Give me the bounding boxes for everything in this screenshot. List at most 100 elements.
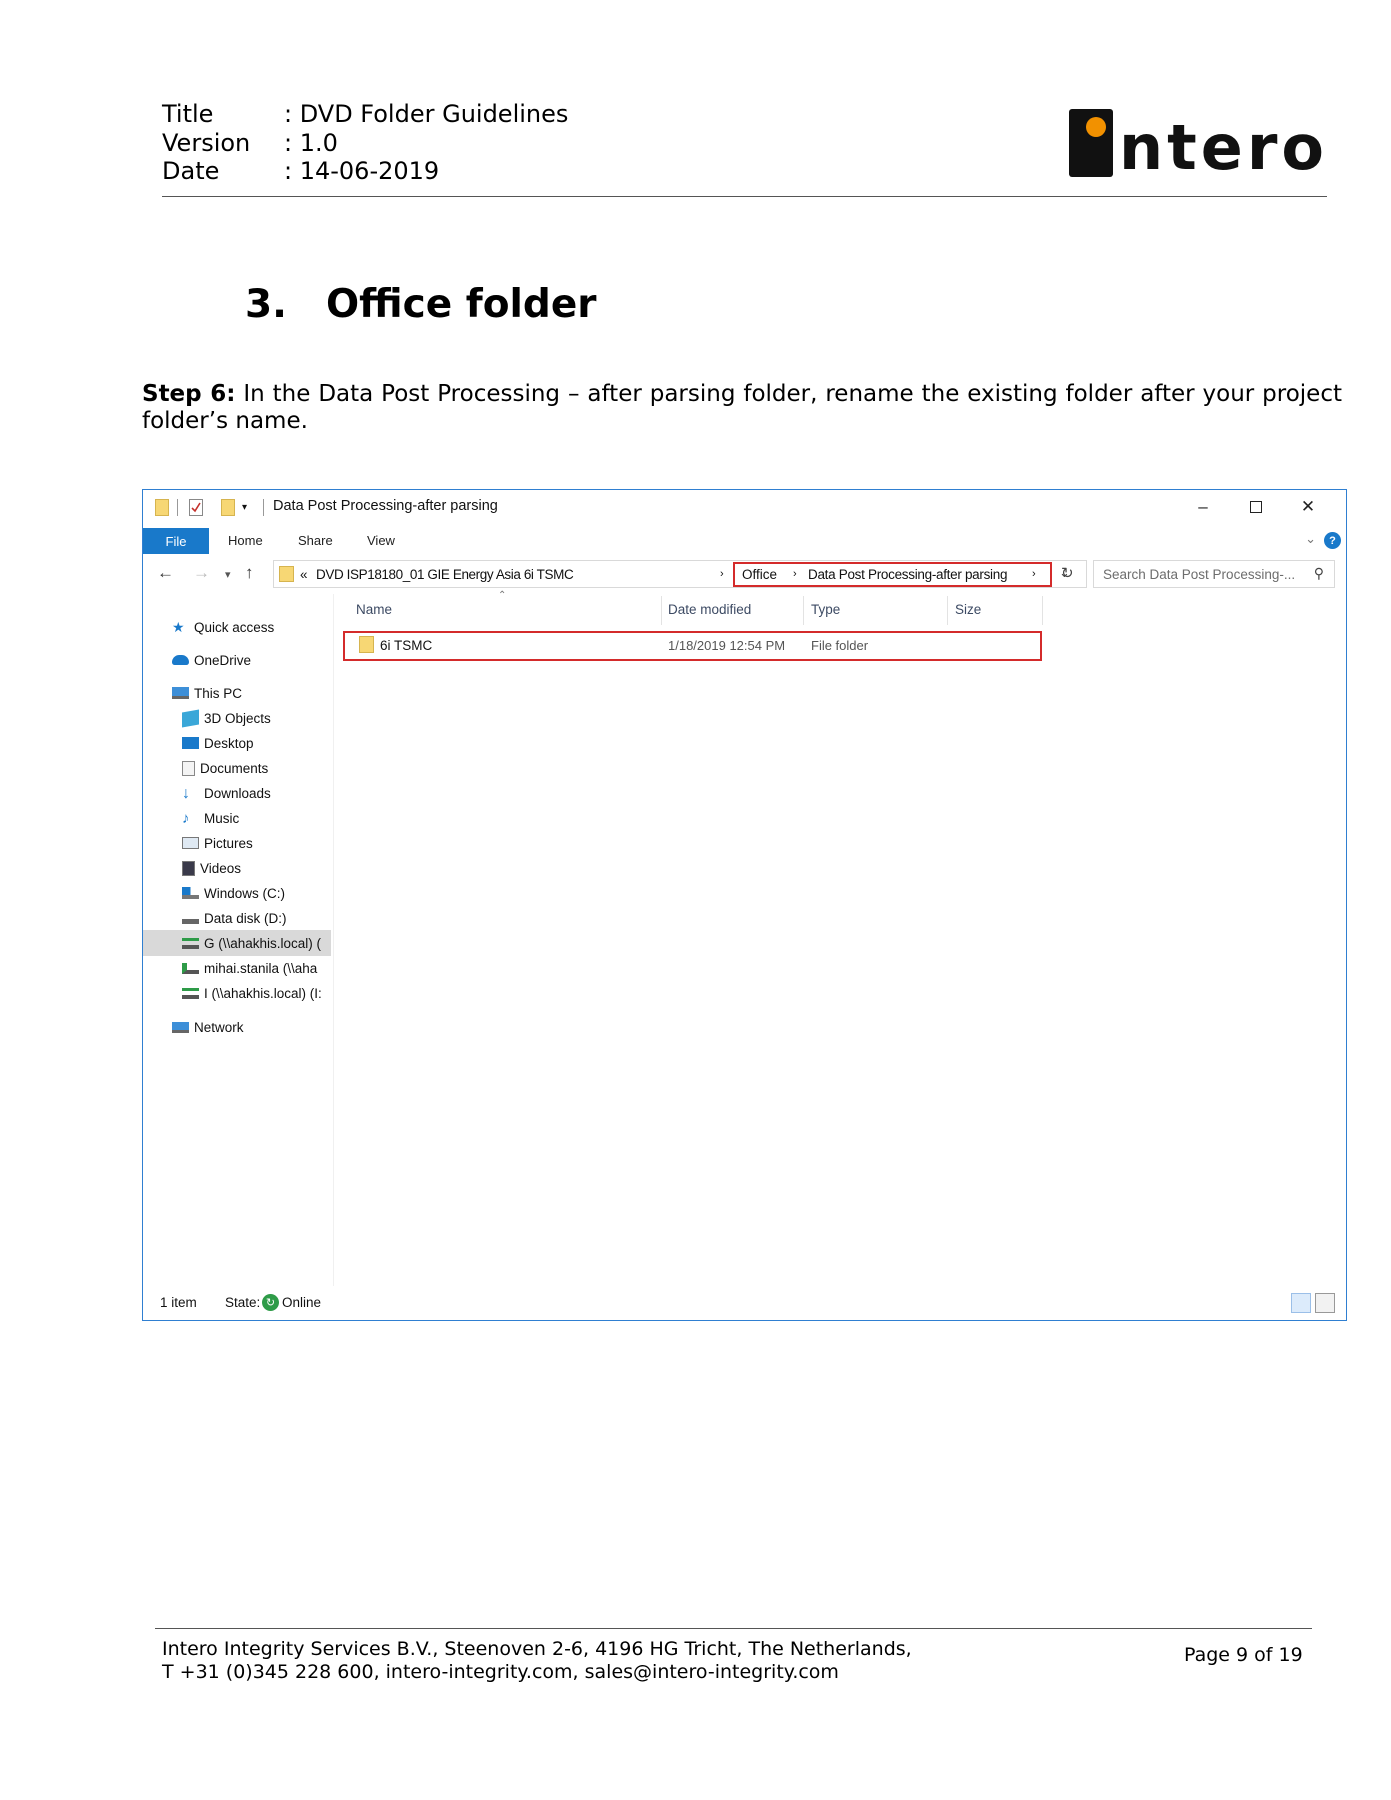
section-heading: 3. Office folder <box>245 282 597 327</box>
customize-dropdown-icon[interactable]: ▾ <box>242 499 256 516</box>
separator <box>263 499 264 516</box>
sidebar-item-pictures[interactable]: Pictures <box>182 830 253 856</box>
sidebar-item-label: I (\\ahakhis.local) (I: <box>204 985 322 1001</box>
close-button[interactable]: ✕ <box>1288 496 1328 518</box>
separator <box>177 499 178 516</box>
details-view-icon[interactable] <box>1291 1293 1311 1313</box>
download-arrow-icon: ↓ <box>182 784 190 802</box>
help-icon[interactable]: ? <box>1324 532 1341 549</box>
sidebar-item-label: mihai.stanila (\\aha <box>204 960 318 976</box>
search-input[interactable]: Search Data Post Processing-... ⚲ <box>1093 560 1335 588</box>
title-bar: ▾ Data Post Processing-after parsing – ✕ <box>143 490 1346 524</box>
footer-line-2: T +31 (0)345 228 600, intero-integrity.c… <box>162 1661 839 1683</box>
cube-icon <box>182 709 199 727</box>
sidebar-item-documents[interactable]: Documents <box>182 755 268 781</box>
tab-home[interactable]: Home <box>228 533 263 548</box>
expand-ribbon-icon[interactable]: ⌄ <box>1305 531 1316 547</box>
star-icon: ★ <box>172 618 185 635</box>
intero-logo: ntero <box>1069 109 1327 181</box>
footer-address: Intero Integrity Services B.V., Steenove… <box>162 1638 912 1684</box>
sidebar-item-i-drive[interactable]: I (\\ahakhis.local) (I: <box>182 980 331 1006</box>
sidebar-item-3d-objects[interactable]: 3D Objects <box>182 705 271 731</box>
section-title: Office folder <box>326 282 597 327</box>
page-number: Page 9 of 19 <box>1184 1644 1303 1666</box>
large-icons-view-icon[interactable] <box>1315 1293 1335 1313</box>
recent-locations-icon[interactable]: ▾ <box>225 568 231 581</box>
status-bar: 1 item State: ↻ Online <box>143 1286 1346 1320</box>
column-header-date-modified[interactable]: Date modified <box>668 602 751 617</box>
tab-file[interactable]: File <box>143 528 209 554</box>
breadcrumb-overflow[interactable]: « <box>300 567 308 582</box>
sort-ascending-icon: ⌃ <box>498 590 507 601</box>
column-header-name[interactable]: Name <box>356 602 392 617</box>
meta-title-row: Title : DVD Folder Guidelines <box>162 100 568 129</box>
drive-icon <box>182 912 199 924</box>
computer-icon <box>172 687 189 699</box>
sidebar-item-mihai-stanila[interactable]: mihai.stanila (\\aha <box>182 955 331 981</box>
sync-online-icon: ↻ <box>262 1294 279 1311</box>
address-bar[interactable]: « DVD ISP18180_01 GIE Energy Asia 6i TSM… <box>273 560 1087 588</box>
meta-version-key: Version <box>162 128 251 157</box>
sidebar-item-desktop[interactable]: Desktop <box>182 730 254 756</box>
meta-date-value: : 14-06-2019 <box>284 157 440 185</box>
windows-drive-icon <box>182 887 199 899</box>
row-highlight-box <box>343 631 1042 661</box>
sidebar-item-data-disk-d[interactable]: Data disk (D:) <box>182 905 287 931</box>
column-header-type[interactable]: Type <box>811 602 840 617</box>
sidebar-item-label: This PC <box>194 685 243 701</box>
sidebar-item-quick-access[interactable]: ★ Quick access <box>172 614 274 640</box>
search-icon: ⚲ <box>1313 565 1324 581</box>
videos-icon <box>182 860 195 876</box>
sidebar-item-g-drive[interactable]: G (\\ahakhis.local) ( <box>143 930 331 956</box>
sidebar-item-downloads[interactable]: ↓ Downloads <box>182 780 271 806</box>
step-text: In the Data Post Processing – after pars… <box>142 381 1342 434</box>
tab-share[interactable]: Share <box>298 533 333 548</box>
sidebar-item-this-pc[interactable]: This PC <box>172 680 242 706</box>
section-number: 3. <box>245 282 287 327</box>
sidebar-item-label: Network <box>194 1019 244 1035</box>
network-drive-online-icon <box>182 962 199 974</box>
window-title: Data Post Processing-after parsing <box>273 498 498 514</box>
sidebar-item-label: G (\\ahakhis.local) ( <box>204 935 322 951</box>
network-icon <box>172 1021 189 1033</box>
meta-title-key: Title <box>162 100 214 128</box>
header-rule <box>162 196 1327 197</box>
maximize-button[interactable] <box>1236 496 1276 518</box>
tab-view[interactable]: View <box>367 533 395 548</box>
navigation-pane: ★ Quick access OneDrive This PC 3D Objec… <box>143 594 333 1286</box>
folder-icon[interactable] <box>155 499 169 516</box>
ribbon-tabs: File Home Share View ⌄ ? <box>143 528 1346 554</box>
meta-date-row: Date : 14-06-2019 <box>162 157 568 186</box>
back-arrow-icon[interactable]: ← <box>157 563 174 583</box>
minimize-button[interactable]: – <box>1183 496 1223 518</box>
sidebar-item-network[interactable]: Network <box>172 1014 244 1040</box>
column-header-size[interactable]: Size <box>955 602 981 617</box>
sidebar-item-label: Videos <box>200 860 242 876</box>
sidebar-item-onedrive[interactable]: OneDrive <box>172 647 251 673</box>
step-label: Step 6: <box>142 381 236 407</box>
maximize-icon <box>1250 501 1262 513</box>
column-separator <box>803 596 804 625</box>
breadcrumb-highlight-box <box>733 562 1052 587</box>
sidebar-item-label: Documents <box>200 760 269 776</box>
breadcrumb-separator-icon[interactable]: › <box>720 568 724 580</box>
address-folder-icon <box>279 566 294 582</box>
sidebar-item-label: Desktop <box>204 735 254 751</box>
logo-text: ntero <box>1119 111 1327 181</box>
sidebar-item-label: Pictures <box>204 835 253 851</box>
footer-line-1: Intero Integrity Services B.V., Steenove… <box>162 1638 912 1660</box>
refresh-icon[interactable]: ↻ <box>1061 564 1074 582</box>
breadcrumb-parent[interactable]: DVD ISP18180_01 GIE Energy Asia 6i TSMC <box>316 567 574 582</box>
forward-arrow-icon[interactable]: → <box>193 563 210 583</box>
sidebar-item-label: OneDrive <box>194 652 252 668</box>
sidebar-item-music[interactable]: ♪ Music <box>182 805 239 831</box>
properties-check-icon[interactable] <box>189 499 203 516</box>
new-folder-icon[interactable] <box>221 499 235 516</box>
column-separator <box>947 596 948 625</box>
cloud-icon <box>172 655 189 665</box>
sidebar-item-videos[interactable]: Videos <box>182 855 241 881</box>
up-arrow-icon[interactable]: ↑ <box>245 563 254 583</box>
column-separator <box>1042 596 1043 625</box>
sidebar-item-label: Quick access <box>194 619 275 635</box>
sidebar-item-windows-c[interactable]: Windows (C:) <box>182 880 285 906</box>
